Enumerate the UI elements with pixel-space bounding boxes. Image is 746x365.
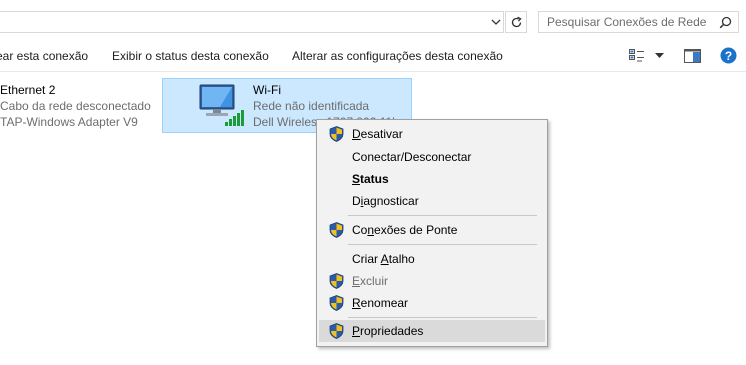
ethernet-2-adapter: TAP-Windows Adapter V9 bbox=[0, 115, 138, 129]
chevron-down-icon[interactable] bbox=[488, 13, 504, 31]
ethernet-2-status: Cabo da rede desconectado bbox=[0, 99, 151, 113]
menu-item-connect-disconnect[interactable]: Conectar/Desconectar bbox=[319, 146, 545, 168]
uac-shield-icon bbox=[329, 126, 344, 145]
menu-item-label: Renomear bbox=[352, 296, 409, 310]
menu-separator bbox=[348, 215, 537, 216]
wifi-network-icon bbox=[199, 84, 244, 126]
refresh-icon bbox=[511, 16, 522, 28]
menu-item-delete[interactable]: Excluir bbox=[319, 270, 545, 292]
menu-item-label: Excluir bbox=[352, 274, 389, 288]
view-options-chevron-icon[interactable] bbox=[655, 53, 664, 59]
uac-shield-icon bbox=[329, 323, 344, 342]
menu-item-create-shortcut[interactable]: Criar Atalho bbox=[319, 248, 545, 270]
menu-item-label: Criar Atalho bbox=[352, 252, 415, 266]
change-settings-command[interactable]: Alterar as configurações desta conexão bbox=[292, 49, 503, 63]
menu-item-label: Propriedades bbox=[352, 324, 424, 338]
wifi-name[interactable]: Wi-Fi bbox=[253, 82, 281, 98]
uac-shield-icon bbox=[329, 295, 344, 314]
search-placeholder: Pesquisar Conexões de Rede bbox=[547, 15, 707, 29]
help-icon[interactable]: ? bbox=[720, 47, 737, 64]
view-status-command[interactable]: Exibir o status desta conexão bbox=[112, 49, 269, 63]
menu-item-label: Desativar bbox=[352, 127, 403, 141]
menu-item-status[interactable]: Status bbox=[319, 168, 545, 190]
search-input[interactable]: Pesquisar Conexões de Rede bbox=[538, 11, 739, 33]
preview-pane-icon[interactable] bbox=[684, 49, 701, 63]
menu-item-diagnose[interactable]: Diagnosticar bbox=[319, 190, 545, 212]
menu-separator bbox=[348, 317, 537, 318]
context-menu: Desativar Conectar/Desconectar Status Diagn… bbox=[316, 119, 548, 347]
menu-item-properties[interactable]: Propriedades bbox=[319, 320, 545, 342]
menu-item-disable[interactable]: Desativar bbox=[319, 123, 545, 145]
menu-item-label: Conectar/Desconectar bbox=[352, 150, 472, 164]
refresh-button[interactable] bbox=[505, 11, 527, 33]
search-icon[interactable] bbox=[719, 16, 732, 29]
disconnect-connection-command[interactable]: ear esta conexão bbox=[0, 49, 88, 63]
menu-item-label: Conexões de Ponte bbox=[352, 223, 458, 237]
uac-shield-icon bbox=[329, 222, 344, 241]
menu-separator bbox=[348, 244, 537, 245]
uac-shield-icon bbox=[329, 273, 344, 292]
ethernet-2-name[interactable]: Ethernet 2 bbox=[0, 82, 55, 98]
menu-item-rename[interactable]: Renomear bbox=[319, 292, 545, 314]
address-bar[interactable] bbox=[0, 11, 504, 33]
menu-item-label: Diagnosticar bbox=[352, 194, 419, 208]
svg-text:?: ? bbox=[725, 49, 732, 63]
menu-item-bridge-connections[interactable]: Conexões de Ponte bbox=[319, 219, 545, 241]
menu-item-label: Status bbox=[352, 172, 389, 186]
wifi-status: Rede não identificada bbox=[253, 99, 370, 113]
address-row: Pesquisar Conexões de Rede bbox=[0, 0, 746, 40]
change-view-icon[interactable] bbox=[629, 49, 645, 63]
